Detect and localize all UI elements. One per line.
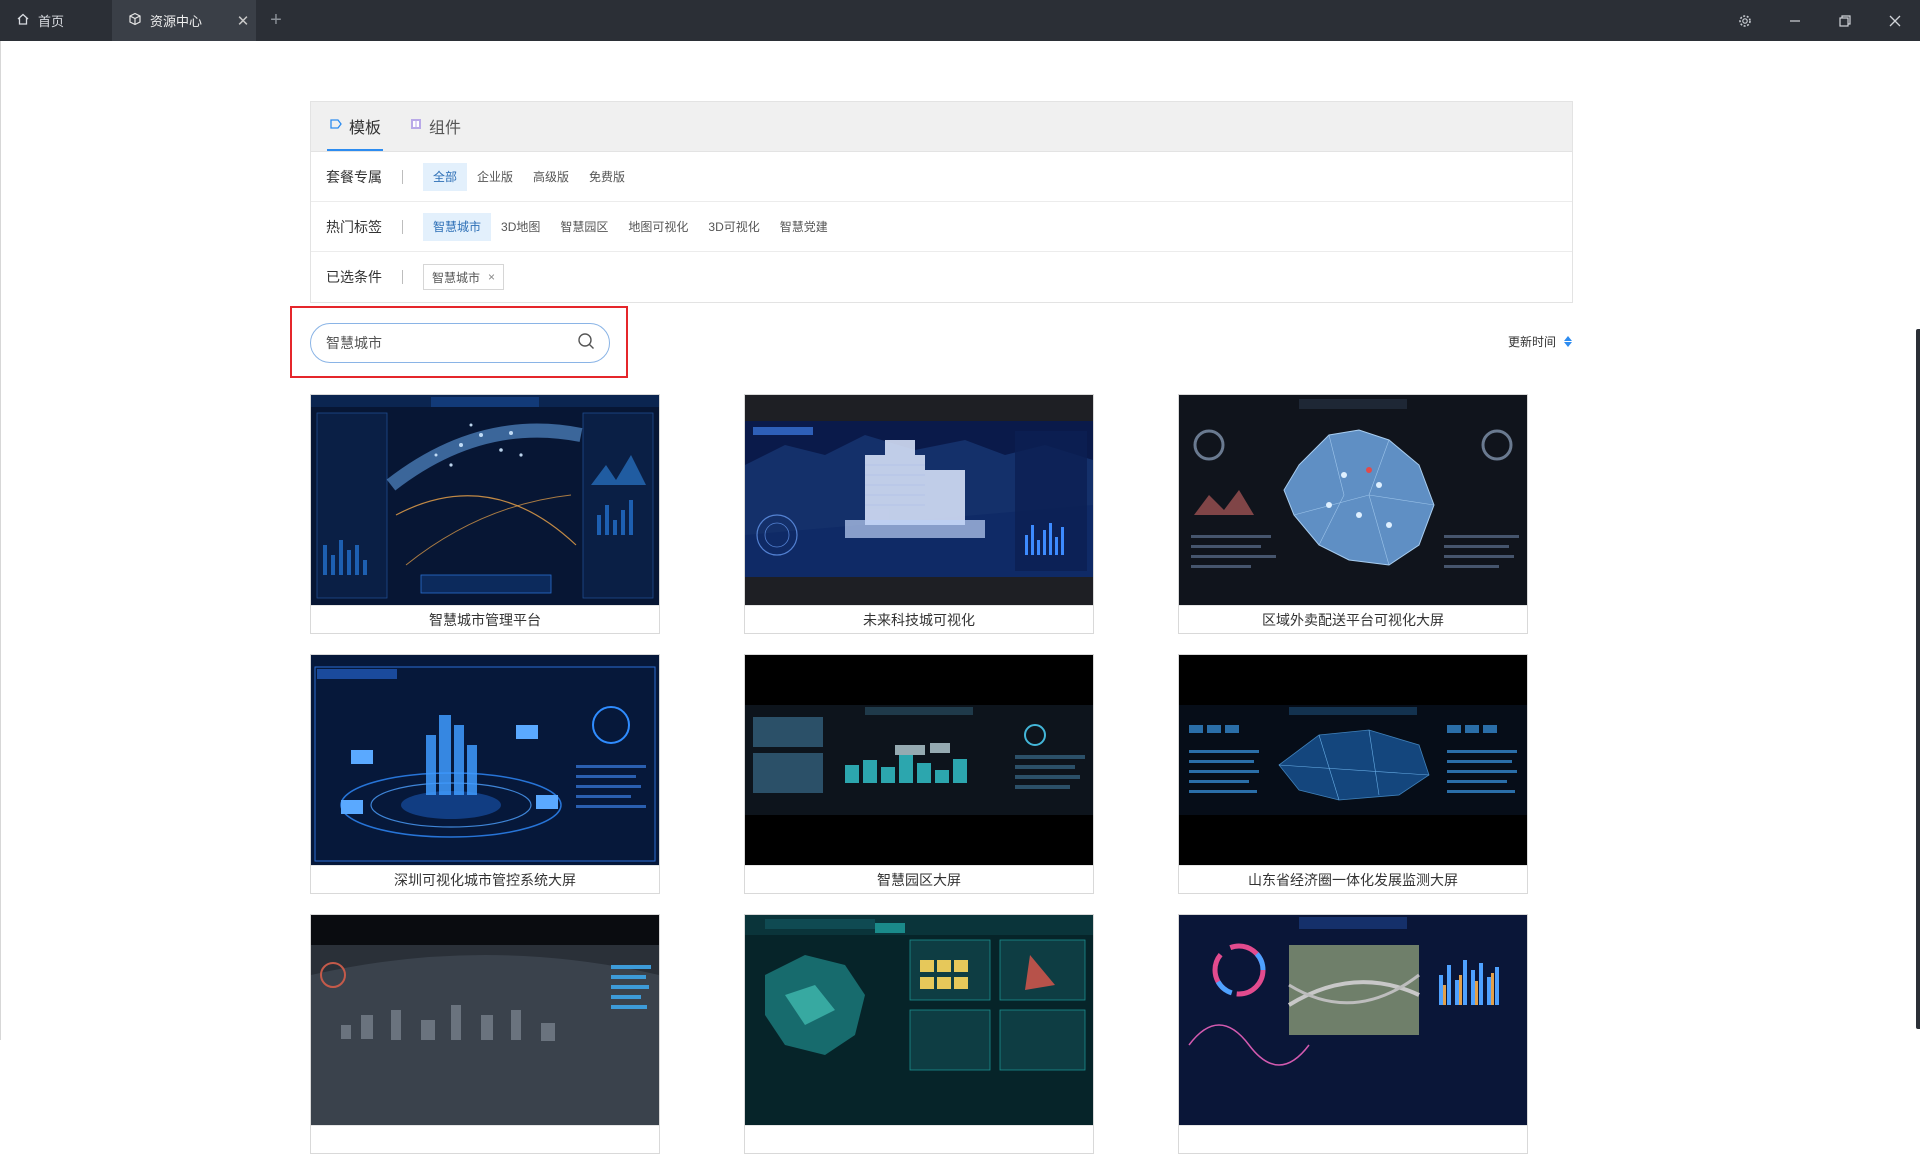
template-card-title: 未来科技城可视化 [745, 605, 1093, 633]
template-card[interactable]: 山东省经济圈一体化发展监测大屏 [1178, 654, 1528, 894]
tab-component-label: 组件 [429, 120, 462, 137]
divider [402, 219, 403, 234]
component-icon [409, 117, 423, 136]
template-card-title [1179, 1125, 1527, 1153]
tag-map-visualization[interactable]: 地图可视化 [618, 213, 698, 241]
template-card[interactable]: 智慧园区大屏 [744, 654, 1094, 894]
main-content: 模板 组件 套餐专属 全部 企业版 高级版 免费版 热门标签 智慧城市 3D地图… [0, 41, 1920, 1154]
hot-tags-row: 热门标签 智慧城市 3D地图 智慧园区 地图可视化 3D可视化 智慧党建 [311, 202, 1572, 252]
title-bar: 首页 资源中心 ✕ + [0, 0, 1920, 41]
hot-tags-label: 热门标签 [326, 218, 382, 235]
template-card-title: 智慧城市管理平台 [311, 605, 659, 633]
template-thumbnail [1179, 915, 1527, 1125]
package-option-advanced[interactable]: 高级版 [523, 163, 579, 191]
titlebar-drag-area [296, 0, 1720, 41]
template-card[interactable]: 智慧城市管理平台 [310, 394, 660, 634]
tag-smart-city[interactable]: 智慧城市 [423, 212, 492, 241]
filter-panel: 模板 组件 套餐专属 全部 企业版 高级版 免费版 热门标签 智慧城市 3D地图… [310, 101, 1573, 303]
divider [402, 270, 403, 284]
sort-label: 更新时间 [1507, 335, 1556, 349]
template-thumbnail [311, 915, 659, 1125]
search-box [310, 323, 610, 363]
template-card-title: 山东省经济圈一体化发展监测大屏 [1179, 865, 1527, 893]
search-input[interactable] [326, 335, 577, 351]
cube-icon [128, 12, 142, 29]
package-option-all[interactable]: 全部 [423, 162, 468, 191]
selected-chip: 智慧城市 × [423, 264, 505, 290]
template-card-title: 区域外卖配送平台可视化大屏 [1179, 605, 1527, 633]
package-filter-row: 套餐专属 全部 企业版 高级版 免费版 [311, 152, 1572, 202]
template-card[interactable]: 区域外卖配送平台可视化大屏 [1178, 394, 1528, 634]
template-card-title [745, 1125, 1093, 1153]
template-card-title [311, 1125, 659, 1153]
tag-smart-park[interactable]: 智慧园区 [550, 213, 618, 241]
divider [402, 169, 403, 184]
tab-template-label: 模板 [349, 120, 382, 137]
package-option-free[interactable]: 免费版 [579, 163, 635, 191]
template-card[interactable] [310, 914, 660, 1154]
add-tab-icon[interactable]: + [256, 0, 296, 41]
template-thumbnail [745, 395, 1093, 605]
close-window-icon[interactable] [1870, 0, 1920, 41]
template-card[interactable]: 深圳可视化城市管控系统大屏 [310, 654, 660, 894]
selected-chip-label: 智慧城市 [432, 270, 481, 285]
template-card[interactable] [744, 914, 1094, 1154]
tab-home-label: 首页 [38, 14, 65, 29]
template-thumbnail [1179, 655, 1527, 865]
template-thumbnail [745, 915, 1093, 1125]
tag-3d-map[interactable]: 3D地图 [491, 213, 550, 241]
template-card[interactable] [1178, 914, 1528, 1154]
package-filter-label: 套餐专属 [326, 168, 382, 185]
category-tabs: 模板 组件 [311, 102, 1572, 152]
template-card[interactable]: 未来科技城可视化 [744, 394, 1094, 634]
sort-control[interactable]: 更新时间 [1508, 333, 1572, 350]
template-thumbnail [1179, 395, 1527, 605]
tag-3d-visualization[interactable]: 3D可视化 [698, 213, 769, 241]
tag-smart-party[interactable]: 智慧党建 [770, 213, 838, 241]
tab-template[interactable]: 模板 [327, 101, 384, 151]
template-icon [329, 117, 343, 136]
tab-resource-center[interactable]: 资源中心 [112, 0, 230, 41]
tab-home[interactable]: 首页 [0, 0, 112, 41]
search-icon[interactable] [577, 332, 595, 355]
selected-conditions-label: 已选条件 [326, 269, 382, 285]
tab-component[interactable]: 组件 [407, 101, 463, 151]
chip-remove-icon[interactable]: × [488, 270, 495, 284]
package-option-enterprise[interactable]: 企业版 [467, 163, 523, 191]
template-thumbnail [745, 655, 1093, 865]
sort-arrows-icon [1564, 336, 1572, 347]
tab-close-icon[interactable]: ✕ [230, 0, 256, 41]
tab-resource-center-label: 资源中心 [150, 14, 203, 29]
template-thumbnail [311, 395, 659, 605]
template-thumbnail [311, 655, 659, 865]
restore-icon[interactable] [1820, 0, 1870, 41]
template-card-title: 深圳可视化城市管控系统大屏 [311, 865, 659, 893]
minimize-icon[interactable] [1770, 0, 1820, 41]
home-icon [16, 12, 30, 29]
scrollbar[interactable] [1916, 329, 1920, 1029]
selected-conditions-row: 已选条件 智慧城市 × [311, 252, 1572, 302]
settings-gear-icon[interactable] [1720, 0, 1770, 41]
template-card-title: 智慧园区大屏 [745, 865, 1093, 893]
